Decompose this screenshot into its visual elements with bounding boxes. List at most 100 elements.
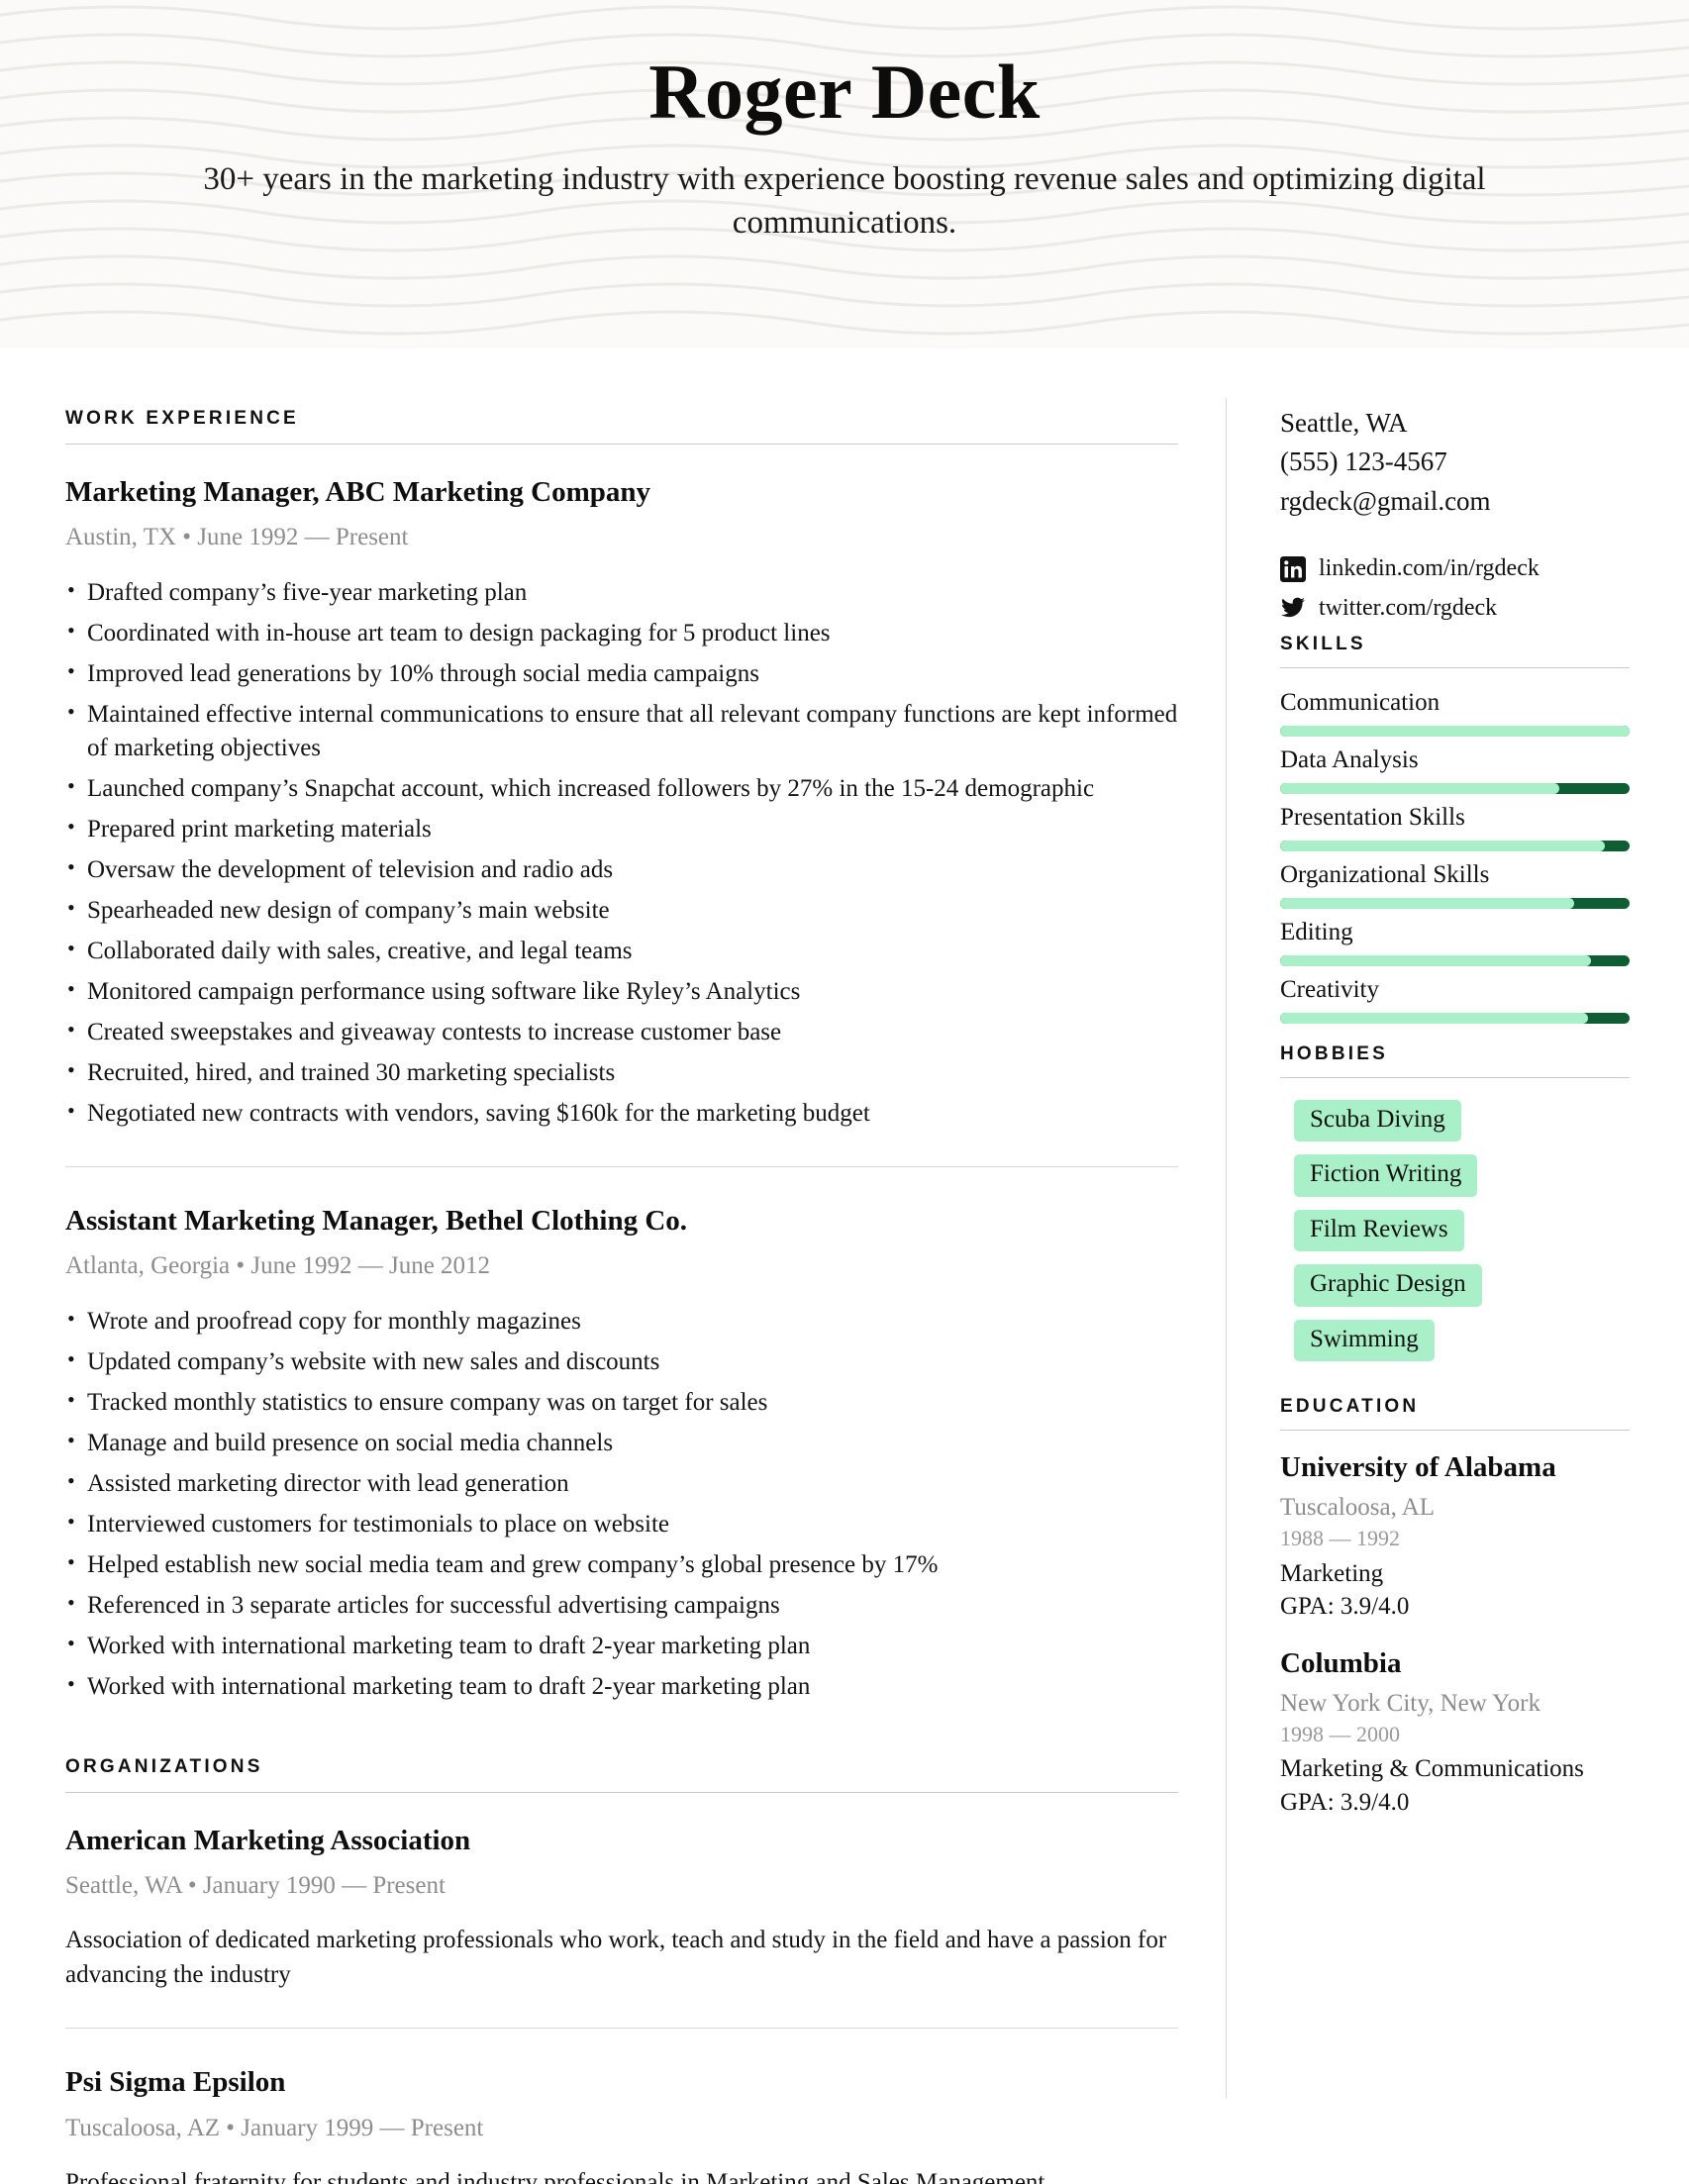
main-column: WORK EXPERIENCE Marketing Manager, ABC M… [0, 348, 1226, 2184]
section-education: EDUCATION University of Alabama Tuscaloos… [1280, 1396, 1630, 1818]
list-item: Assisted marketing director with lead ge… [65, 1466, 1178, 1501]
skill-level-bar [1280, 954, 1630, 966]
list-item: Negotiated new contracts with vendors, s… [65, 1096, 1178, 1131]
twitter-icon [1280, 595, 1306, 621]
list-item: Wrote and proofread copy for monthly mag… [65, 1304, 1178, 1339]
list-item: Recruited, hired, and trained 30 marketi… [65, 1055, 1178, 1090]
education-school: Columbia [1280, 1646, 1402, 1679]
section-divider [65, 444, 1178, 445]
list-item: Improved lead generations by 10% through… [65, 656, 1178, 691]
skill-label: Creativity [1280, 975, 1379, 1003]
resume-body: WORK EXPERIENCE Marketing Manager, ABC M… [0, 348, 1689, 2184]
entry-meta: Seattle, WA • January 1990 — Present [65, 1871, 446, 1899]
page-title: Roger Deck [648, 49, 1041, 135]
list-item: Updated company’s website with new sales… [65, 1344, 1178, 1379]
entry-title: Assistant Marketing Manager, Bethel Clot… [65, 1204, 688, 1237]
skill-item: Presentation Skills [1280, 803, 1630, 851]
social-link-list: linkedin.com/in/rgdeck twitter.com/rgdeck [1280, 554, 1630, 623]
list-item: Worked with international marketing team… [65, 1669, 1178, 1704]
organization-entry-list: American Marketing Association Seattle, W… [65, 1823, 1178, 2184]
section-hobbies: HOBBIES Scuba Diving Fiction Writing Film … [1280, 1043, 1630, 1375]
hobby-tag: Graphic Design [1294, 1264, 1482, 1307]
skill-level-fill [1280, 725, 1630, 737]
section-skills: SKILLS Communication Data Analysis Present… [1280, 634, 1630, 1024]
education-years: 1998 — 2000 [1280, 1721, 1400, 1746]
contact-block: Seattle, WA (555) 123-4567 rgdeck@gmail.… [1280, 404, 1630, 521]
social-link-twitter[interactable]: twitter.com/rgdeck [1280, 594, 1630, 623]
list-item: Worked with international marketing team… [65, 1629, 1178, 1663]
entry-description: Association of dedicated marketing profe… [65, 1927, 1167, 1988]
list-item: Launched company’s Snapchat account, whi… [65, 771, 1178, 806]
resume-entry: American Marketing Association Seattle, W… [65, 1823, 1178, 1993]
skill-label: Data Analysis [1280, 745, 1419, 773]
entry-title: Marketing Manager, ABC Marketing Company [65, 476, 650, 508]
social-link-label: linkedin.com/in/rgdeck [1319, 555, 1540, 582]
entry-meta: Austin, TX • June 1992 — Present [65, 524, 409, 551]
entry-title: Psi Sigma Epsilon [65, 2066, 286, 2099]
hobby-tag: Scuba Diving [1294, 1099, 1461, 1142]
education-list: University of Alabama Tuscaloosa, AL 1988 … [1280, 1450, 1630, 1818]
header-tagline: 30+ years in the marketing industry with… [203, 161, 1486, 242]
contact-email[interactable]: rgdeck@gmail.com [1280, 482, 1630, 521]
section-heading-education: EDUCATION [1280, 1396, 1420, 1418]
education-school: University of Alabama [1280, 1451, 1556, 1484]
entry-divider [65, 1165, 1178, 1167]
resume-header: Roger Deck 30+ years in the marketing in… [0, 0, 1689, 348]
sidebar-column: Seattle, WA (555) 123-4567 rgdeck@gmail.… [1227, 348, 1689, 2184]
resume-page: Roger Deck 30+ years in the marketing in… [0, 0, 1689, 2184]
skill-item: Communication [1280, 688, 1630, 737]
education-entry: Columbia New York City, New York 1998 — 20… [1280, 1646, 1630, 1819]
skill-label: Organizational Skills [1280, 860, 1490, 888]
skill-label: Communication [1280, 688, 1441, 716]
skill-level-bar [1280, 725, 1630, 737]
skill-level-fill [1280, 1012, 1588, 1024]
skill-item: Data Analysis [1280, 745, 1630, 794]
skill-level-bar [1280, 897, 1630, 909]
section-divider [1280, 1430, 1630, 1432]
list-item: Monitored campaign performance using sof… [65, 974, 1178, 1009]
section-divider [65, 1791, 1178, 1793]
education-location: Tuscaloosa, AL [1280, 1494, 1436, 1522]
list-item: Created sweepstakes and giveaway contest… [65, 1015, 1178, 1049]
education-location: New York City, New York [1280, 1689, 1541, 1717]
social-link-label: twitter.com/rgdeck [1319, 595, 1498, 622]
skill-item: Organizational Skills [1280, 860, 1630, 909]
list-item: Manage and build presence on social medi… [65, 1426, 1178, 1460]
section-heading-work-experience: WORK EXPERIENCE [65, 408, 299, 429]
resume-entry: Psi Sigma Epsilon Tuscaloosa, AZ • Januar… [65, 2064, 1178, 2184]
linkedin-icon [1280, 555, 1306, 582]
list-item: Drafted company’s five-year marketing pl… [65, 575, 1178, 610]
skill-level-fill [1280, 782, 1560, 794]
resume-entry: Assistant Marketing Manager, Bethel Clot… [65, 1203, 1178, 1704]
list-item: Maintained effective internal communicat… [65, 697, 1178, 765]
skill-item: Creativity [1280, 975, 1630, 1024]
entry-divider [65, 2028, 1178, 2030]
section-divider [1280, 1076, 1630, 1078]
resume-entry: Marketing Manager, ABC Marketing Company… [65, 474, 1178, 1131]
hobby-tag: Fiction Writing [1294, 1154, 1478, 1197]
education-entry: University of Alabama Tuscaloosa, AL 1988 … [1280, 1450, 1630, 1623]
list-item: Helped establish new social media team a… [65, 1547, 1178, 1582]
section-divider [1280, 666, 1630, 668]
skill-level-fill [1280, 954, 1592, 966]
entry-title: American Marketing Association [65, 1824, 471, 1856]
skill-label: Presentation Skills [1280, 803, 1465, 831]
list-item: Coordinated with in-house art team to de… [65, 616, 1178, 650]
hobby-list: Scuba Diving Fiction Writing Film Reviews G… [1280, 1098, 1630, 1375]
contact-phone[interactable]: (555) 123-4567 [1280, 443, 1630, 481]
skill-level-bar [1280, 1012, 1630, 1024]
list-item: Interviewed customers for testimonials t… [65, 1507, 1178, 1541]
education-years: 1988 — 1992 [1280, 1526, 1400, 1551]
social-link-linkedin[interactable]: linkedin.com/in/rgdeck [1280, 554, 1630, 583]
skill-level-bar [1280, 782, 1630, 794]
skill-label: Editing [1280, 918, 1353, 945]
skill-level-fill [1280, 840, 1606, 851]
skill-list: Communication Data Analysis Presentation S… [1280, 688, 1630, 1024]
section-work-experience: WORK EXPERIENCE Marketing Manager, ABC M… [65, 408, 1178, 1704]
list-item: Oversaw the development of television an… [65, 852, 1178, 887]
section-organizations: ORGANIZATIONS American Marketing Associa… [65, 1756, 1178, 2184]
section-heading-organizations: ORGANIZATIONS [65, 1755, 263, 1777]
section-heading-skills: SKILLS [1280, 633, 1366, 654]
hobby-tag: Swimming [1294, 1319, 1435, 1362]
